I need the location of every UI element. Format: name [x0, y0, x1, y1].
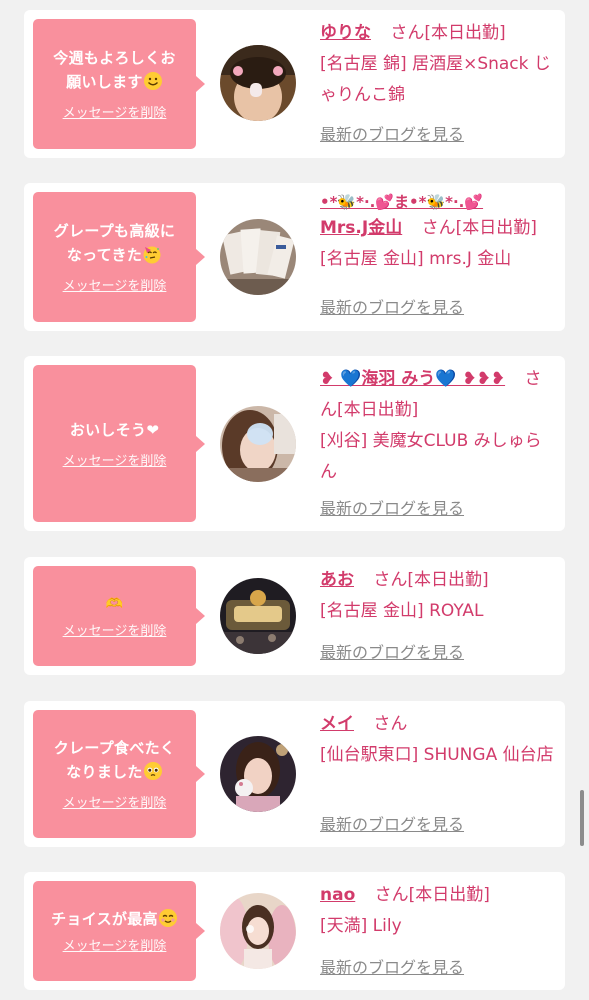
message-text: グレープも高級に なってきた — [53, 222, 176, 264]
girl-name-link[interactable]: ❥ 💙海羽 みう💙 ❥❥❥ — [320, 369, 505, 389]
partying-face-icon — [143, 246, 161, 264]
message-bubble: 🫶 メッセージを削除 — [33, 566, 205, 666]
avatar-photo — [220, 406, 296, 482]
girl-name-link[interactable]: あお — [320, 570, 354, 590]
message-bubble: グレープも高級に なってきた メッセージを削除 — [33, 192, 205, 322]
name-line: ❥ 💙海羽 みう💙 ❥❥❥ さん[本日出勤] — [320, 364, 558, 426]
delete-message-link[interactable]: メッセージを削除 — [63, 939, 167, 955]
delete-message-link[interactable]: メッセージを削除 — [63, 454, 167, 470]
message-card: 🫶 メッセージを削除 あお さん[本日出勤] [名古屋 金山] ROYAL 最新… — [24, 557, 565, 675]
latest-blog-link[interactable]: 最新のブログを見る — [320, 815, 464, 835]
avatar-photo — [220, 736, 296, 812]
message-card: グレープも高級に なってきた メッセージを削除 •*🐝*·.💕ま•*🐝*·.💕 … — [24, 183, 565, 331]
girl-name-link[interactable]: メイ — [320, 714, 354, 734]
avatar[interactable] — [220, 736, 296, 812]
shop-name: [名古屋 金山] ROYAL — [320, 601, 484, 621]
message-card: おいしそう❤ メッセージを削除 ❥ 💙海羽 みう💙 ❥❥❥ さん[本日出勤] [… — [24, 356, 565, 531]
girl-info: ゆりな さん[本日出勤] [名古屋 錦] 居酒屋×Snack じゃりんこ錦 — [320, 18, 558, 111]
delete-message-link[interactable]: メッセージを削除 — [63, 624, 167, 640]
avatar-photo — [220, 893, 296, 969]
avatar-photo — [220, 219, 296, 295]
avatar[interactable] — [220, 406, 296, 482]
avatar[interactable] — [220, 893, 296, 969]
shop-name: [名古屋 錦] 居酒屋×Snack じゃりんこ錦 — [320, 54, 551, 105]
shop-name: [仙台駅東口] SHUNGA 仙台店 — [320, 745, 554, 765]
message-bubble: おいしそう❤ メッセージを削除 — [33, 365, 205, 522]
latest-blog-link[interactable]: 最新のブログを見る — [320, 643, 464, 663]
latest-blog-link[interactable]: 最新のブログを見る — [320, 298, 464, 318]
name-line: メイ さん — [320, 709, 558, 740]
message-text: 🫶 — [105, 596, 124, 612]
girl-info: あお さん[本日出勤] [名古屋 金山] ROYAL — [320, 565, 558, 627]
shop-name: [刈谷] 美魔女CLUB みしゅらん — [320, 431, 542, 482]
name-line: ゆりな さん[本日出勤] — [320, 18, 558, 49]
shop-name: [名古屋 金山] mrs.J 金山 — [320, 249, 512, 269]
girl-status: さん[本日出勤] — [421, 218, 537, 238]
message-text: クレープ食べたく なりました — [53, 739, 176, 781]
name-line: あお さん[本日出勤] — [320, 565, 558, 596]
latest-blog-link[interactable]: 最新のブログを見る — [320, 499, 464, 519]
girl-status: さん[本日出勤] — [373, 570, 489, 590]
girl-status: さん[本日出勤] — [390, 23, 506, 43]
delete-message-link[interactable]: メッセージを削除 — [63, 106, 167, 122]
relieved-face-icon — [158, 909, 177, 927]
smiling-face-icon — [143, 72, 162, 90]
girl-name-link[interactable]: ゆりな — [320, 23, 371, 43]
avatar[interactable] — [220, 45, 296, 121]
message-text: おいしそう❤ — [69, 420, 160, 439]
message-text: 今週もよろしくお 願いします — [53, 49, 176, 91]
message-bubble: 今週もよろしくお 願いします メッセージを削除 — [33, 19, 205, 149]
latest-blog-link[interactable]: 最新のブログを見る — [320, 958, 464, 978]
delete-message-link[interactable]: メッセージを削除 — [63, 796, 167, 812]
avatar-photo — [220, 578, 296, 654]
avatar-photo — [220, 45, 296, 121]
girl-info: •*🐝*·.💕ま•*🐝*·.💕 Mrs.J金山 さん[本日出勤] [名古屋 金山… — [320, 191, 558, 275]
message-card: 今週もよろしくお 願いします メッセージを削除 ゆりな さん[本日出勤] [名古… — [24, 10, 565, 158]
girl-name-link[interactable]: nao — [320, 885, 355, 905]
message-bubble: チョイスが最高 メッセージを削除 — [33, 881, 205, 981]
girl-status: さん — [373, 714, 408, 734]
message-card: チョイスが最高 メッセージを削除 nao さん[本日出勤] [天満] Lily … — [24, 872, 565, 990]
girl-info: ❥ 💙海羽 みう💙 ❥❥❥ さん[本日出勤] [刈谷] 美魔女CLUB みしゅら… — [320, 364, 558, 488]
scrollbar[interactable] — [580, 790, 584, 846]
message-bubble: クレープ食べたく なりました メッセージを削除 — [33, 710, 205, 838]
latest-blog-link[interactable]: 最新のブログを見る — [320, 125, 464, 145]
delete-message-link[interactable]: メッセージを削除 — [63, 279, 167, 295]
message-text: チョイスが最高 — [51, 907, 178, 931]
message-card: クレープ食べたく なりました メッセージを削除 メイ さん [仙台駅東口] SH… — [24, 701, 565, 847]
avatar[interactable] — [220, 578, 296, 654]
avatar[interactable] — [220, 219, 296, 295]
name-line: nao さん[本日出勤] — [320, 880, 558, 911]
pleading-face-icon — [143, 762, 162, 780]
girl-info: nao さん[本日出勤] [天満] Lily — [320, 880, 558, 942]
girl-status: さん[本日出勤] — [374, 885, 490, 905]
name-line: Mrs.J金山 さん[本日出勤] — [320, 213, 558, 244]
girl-name-decoration[interactable]: •*🐝*·.💕ま•*🐝*·.💕 — [320, 191, 558, 213]
girl-name-link[interactable]: Mrs.J金山 — [320, 218, 402, 238]
shop-name: [天満] Lily — [320, 916, 402, 936]
girl-info: メイ さん [仙台駅東口] SHUNGA 仙台店 — [320, 709, 558, 771]
